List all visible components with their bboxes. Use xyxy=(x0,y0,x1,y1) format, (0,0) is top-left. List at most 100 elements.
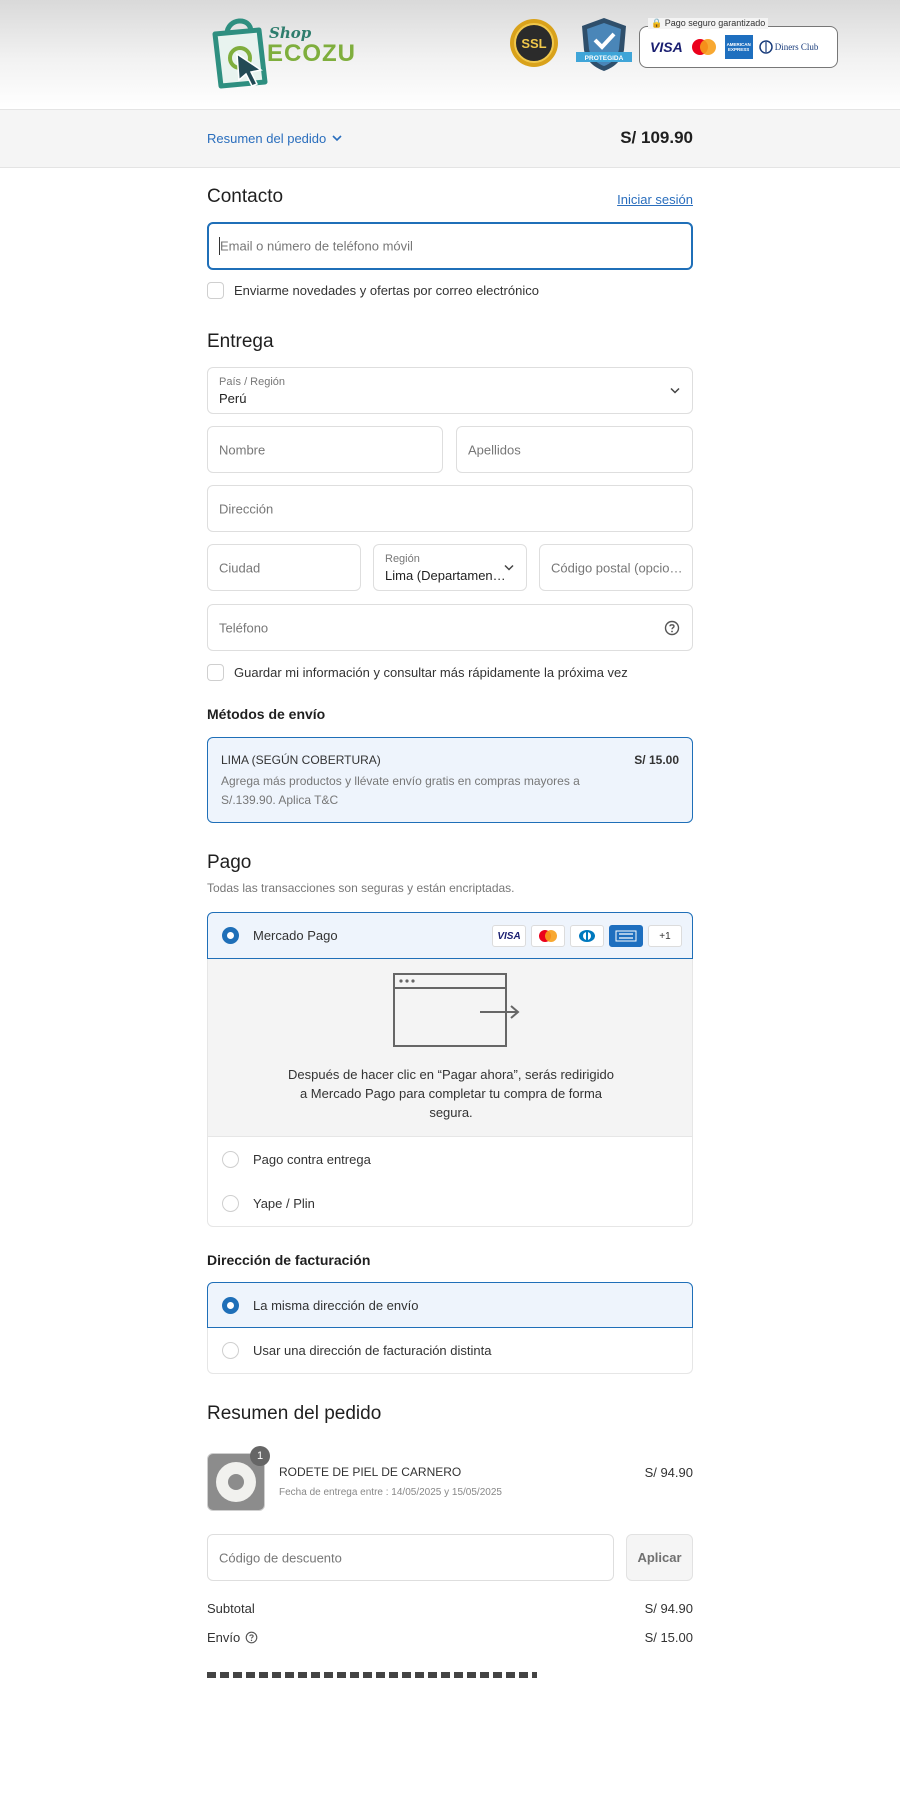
billing-title: Dirección de facturación xyxy=(207,1252,371,1268)
shop-logo[interactable]: Shop ECOZU xyxy=(207,14,355,94)
mastercard-icon xyxy=(691,39,716,55)
product-price: S/ 94.90 xyxy=(644,1465,693,1480)
phone-placeholder: Teléfono xyxy=(219,620,269,635)
quantity-badge: 1 xyxy=(250,1446,270,1466)
yape-plin-radio[interactable] xyxy=(222,1195,239,1212)
discount-code-field[interactable]: Código de descuento xyxy=(207,1534,614,1581)
newsletter-checkbox[interactable] xyxy=(207,282,224,299)
delivery-title: Entrega xyxy=(207,331,274,352)
order-summary-title: Resumen del pedido xyxy=(207,1403,382,1424)
postal-code-placeholder: Código postal (opcio… xyxy=(551,560,683,575)
chevron-down-icon xyxy=(504,564,514,571)
shipping-cost-label: Envío xyxy=(207,1630,241,1645)
last-name-placeholder: Apellidos xyxy=(468,442,521,457)
save-info-checkbox[interactable] xyxy=(207,664,224,681)
first-name-placeholder: Nombre xyxy=(219,442,266,457)
product-name: RODETE DE PIEL DE CARNERO xyxy=(279,1465,462,1479)
product-thumbnail: 1 xyxy=(207,1446,270,1511)
mercado-pago-label: Mercado Pago xyxy=(253,928,338,943)
shipping-option-description: Agrega más productos y llévate envío gra… xyxy=(221,774,580,807)
city-placeholder: Ciudad xyxy=(219,560,261,575)
secure-payment-box: 🔒 Pago seguro garantizado VISA AMERICAN … xyxy=(639,18,838,68)
billing-different-label: Usar una dirección de facturación distin… xyxy=(253,1343,492,1358)
payment-card-icons: VISA +1 xyxy=(492,925,682,947)
mastercard-card-icon xyxy=(531,925,565,947)
postal-code-field[interactable]: Código postal (opcio… xyxy=(539,544,693,591)
email-field[interactable]: Email o número de teléfono móvil xyxy=(207,222,693,270)
order-summary-bar: Resumen del pedido S/ 109.90 xyxy=(0,109,900,168)
help-circle-icon[interactable] xyxy=(245,1631,258,1644)
shipping-option-price: S/ 15.00 xyxy=(634,753,679,767)
email-placeholder: Email o número de teléfono móvil xyxy=(220,238,413,254)
amex-icon xyxy=(615,930,637,942)
save-info-label: Guardar mi información y consultar más r… xyxy=(234,665,628,680)
login-link[interactable]: Iniciar sesión xyxy=(617,192,693,207)
city-field[interactable]: Ciudad xyxy=(207,544,361,591)
amex-card-icon xyxy=(609,925,643,947)
logo-brand-text: ECOZU xyxy=(267,40,356,67)
help-circle-icon[interactable] xyxy=(664,620,680,636)
cash-on-delivery-radio[interactable] xyxy=(222,1150,239,1168)
chevron-down-icon xyxy=(670,387,680,394)
region-select[interactable]: Región Lima (Departamen… xyxy=(373,544,527,591)
more-cards-badge: +1 xyxy=(648,925,682,947)
billing-option-different[interactable]: Usar una dirección de facturación distin… xyxy=(207,1328,693,1374)
order-total: S/ 109.90 xyxy=(620,128,693,147)
country-select[interactable]: País / Región Perú xyxy=(207,367,693,414)
diners-club-logo: Diners Club xyxy=(758,40,819,54)
newsletter-label: Enviarme novedades y ofertas por correo … xyxy=(234,283,539,298)
yape-plin-label: Yape / Plin xyxy=(253,1196,315,1211)
ssl-seal-icon: SSL xyxy=(510,19,558,67)
visa-logo: VISA xyxy=(650,39,683,55)
region-label: Región xyxy=(385,553,420,565)
apply-discount-button[interactable]: Aplicar xyxy=(626,1534,693,1581)
payment-option-mercado-pago[interactable]: Mercado Pago VISA +1 xyxy=(207,912,693,959)
mercado-pago-redirect-text: Después de hacer clic en “Pagar ahora”, … xyxy=(288,1067,614,1120)
billing-same-radio[interactable] xyxy=(222,1296,239,1314)
payment-option-cash-on-delivery[interactable]: Pago contra entrega xyxy=(207,1136,693,1182)
last-name-field[interactable]: Apellidos xyxy=(456,426,693,473)
subtotal-row: Subtotal S/ 94.90 xyxy=(207,1601,693,1616)
site-header: Shop ECOZU SSL PROTEGIDA 🔒 Pago seguro g… xyxy=(0,0,900,109)
country-value: Perú xyxy=(219,391,247,406)
ssl-seal-text: SSL xyxy=(521,36,546,51)
phone-field[interactable]: Teléfono xyxy=(207,604,693,651)
diners-club-icon xyxy=(758,40,773,54)
shipping-option-name: LIMA (SEGÚN COBERTURA) xyxy=(221,753,381,767)
payment-option-yape-plin[interactable]: Yape / Plin xyxy=(207,1181,693,1227)
billing-option-same[interactable]: La misma dirección de envío xyxy=(207,1282,693,1328)
order-summary-toggle[interactable]: Resumen del pedido xyxy=(207,131,342,146)
discount-code-placeholder: Código de descuento xyxy=(219,1550,342,1565)
address-field[interactable]: Dirección xyxy=(207,485,693,532)
first-name-field[interactable]: Nombre xyxy=(207,426,443,473)
country-label: País / Región xyxy=(219,376,286,388)
order-summary-toggle-label: Resumen del pedido xyxy=(207,131,327,146)
shipping-cost-row: Envío S/ 15.00 xyxy=(207,1630,693,1645)
product-delivery-date: Fecha de entrega entre : 14/05/2025 y 15… xyxy=(279,1487,502,1498)
amex-logo: AMERICAN EXPRESS xyxy=(724,35,753,59)
visa-card-icon: VISA xyxy=(492,925,526,947)
address-placeholder: Dirección xyxy=(219,501,274,516)
shipping-methods-title: Métodos de envío xyxy=(207,706,326,722)
newsletter-checkbox-row[interactable]: Enviarme novedades y ofertas por correo … xyxy=(207,282,539,299)
protected-shield-icon: PROTEGIDA xyxy=(576,18,632,71)
shipping-option-lima[interactable]: LIMA (SEGÚN COBERTURA) S/ 15.00 Agrega m… xyxy=(207,737,693,823)
browser-redirect-icon xyxy=(393,973,520,1047)
cash-on-delivery-label: Pago contra entrega xyxy=(253,1151,371,1167)
subtotal-value: S/ 94.90 xyxy=(644,1601,693,1616)
mastercard-icon xyxy=(539,930,557,942)
cut-off-total-line xyxy=(207,1672,693,1678)
diners-card-icon xyxy=(570,925,604,947)
payment-title: Pago xyxy=(207,852,252,873)
mercado-pago-panel: Después de hacer clic en “Pagar ahora”, … xyxy=(207,959,693,1136)
mercado-pago-radio[interactable] xyxy=(222,927,239,944)
region-value: Lima (Departamen… xyxy=(385,568,506,583)
secure-payment-label: 🔒 Pago seguro garantizado xyxy=(648,18,769,29)
secure-payment-label-text: Pago seguro garantizado xyxy=(664,18,766,28)
save-info-checkbox-row[interactable]: Guardar mi información y consultar más r… xyxy=(207,664,628,681)
payment-subtitle: Todas las transacciones son seguras y es… xyxy=(207,881,515,895)
diners-club-text: Diners Club xyxy=(774,42,819,52)
protected-badge-text: PROTEGIDA xyxy=(585,55,624,62)
billing-different-radio[interactable] xyxy=(222,1342,239,1359)
diners-club-icon xyxy=(579,930,595,942)
